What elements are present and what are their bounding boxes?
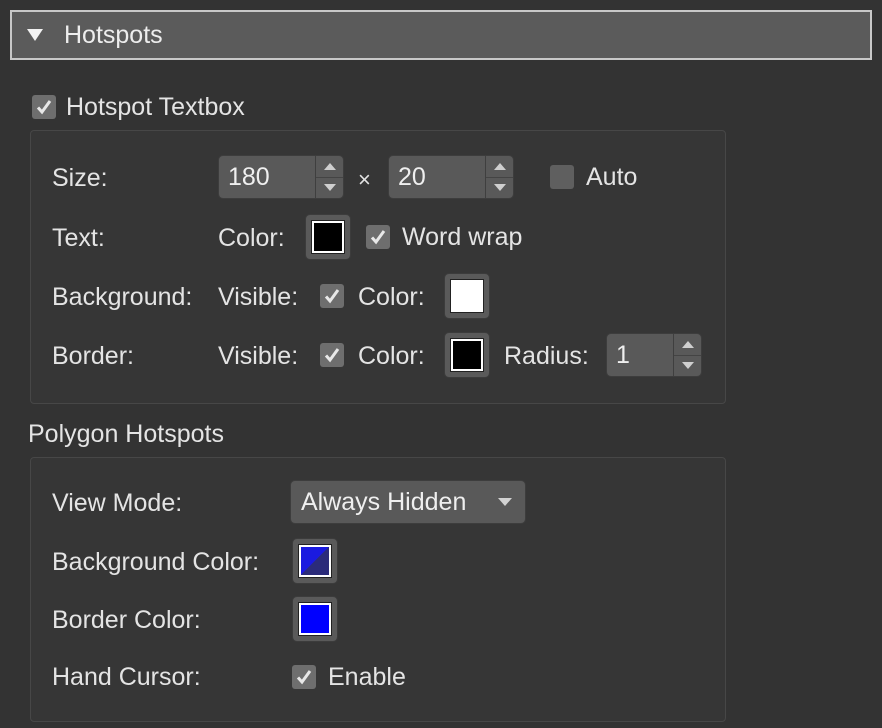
background-color-fill [451, 280, 483, 312]
size-height-stepper[interactable]: 20 [388, 155, 514, 199]
background-visible-label: Visible: [218, 283, 299, 311]
border-radius-stepper[interactable]: 1 [606, 333, 702, 377]
auto-size-checkbox[interactable] [550, 165, 574, 189]
checkmark-icon [370, 230, 386, 245]
size-width-stepper[interactable]: 180 [218, 155, 344, 199]
chevron-down-icon[interactable] [316, 178, 343, 199]
view-mode-value: Always Hidden [301, 487, 467, 516]
polygon-hotspots-title: Polygon Hotspots [28, 420, 224, 448]
polygon-background-color-swatch[interactable] [292, 538, 338, 584]
hand-cursor-label: Hand Cursor: [52, 663, 201, 691]
background-color-label: Color: [358, 283, 425, 311]
word-wrap-checkbox[interactable] [366, 225, 390, 249]
border-radius-label: Radius: [504, 342, 589, 370]
background-visible-checkbox[interactable] [320, 284, 344, 308]
checkmark-icon [324, 289, 340, 304]
background-label: Background: [52, 283, 193, 311]
text-color-fill [312, 221, 344, 253]
hotspot-textbox-checkbox[interactable] [32, 95, 56, 119]
hand-cursor-enable-checkbox[interactable] [292, 665, 316, 689]
chevron-up-icon[interactable] [316, 156, 343, 178]
border-color-label-polygon: Border Color: [52, 606, 201, 634]
checkmark-icon [36, 100, 52, 115]
chevron-up-icon[interactable] [674, 334, 701, 356]
background-color-swatch[interactable] [444, 273, 490, 319]
border-label: Border: [52, 342, 134, 370]
auto-size-label: Auto [586, 163, 638, 191]
border-color-fill [451, 339, 483, 371]
word-wrap-label: Word wrap [402, 223, 523, 251]
polygon-border-color-fill [299, 603, 331, 635]
triangle-down-icon[interactable] [26, 26, 44, 44]
caret-down-icon [497, 497, 513, 507]
view-mode-label: View Mode: [52, 489, 183, 517]
border-color-label: Color: [358, 342, 425, 370]
section-title: Hotspots [64, 20, 163, 49]
chevron-down-icon[interactable] [674, 356, 701, 377]
chevron-down-icon[interactable] [486, 178, 513, 199]
polygon-background-color-fill [299, 545, 331, 577]
background-color-label-polygon: Background Color: [52, 548, 260, 576]
size-width-value[interactable]: 180 [219, 156, 315, 198]
polygon-border-color-swatch[interactable] [292, 596, 338, 642]
size-height-value[interactable]: 20 [389, 156, 485, 198]
checkmark-icon [296, 670, 312, 685]
hand-cursor-enable-label: Enable [328, 663, 406, 691]
section-header-hotspots[interactable]: Hotspots [10, 10, 872, 60]
checkmark-icon [324, 348, 340, 363]
hotspot-textbox-label: Hotspot Textbox [66, 93, 245, 121]
text-label: Text: [52, 224, 105, 252]
border-color-swatch[interactable] [444, 332, 490, 378]
view-mode-dropdown[interactable]: Always Hidden [290, 480, 526, 524]
text-color-label: Color: [218, 224, 285, 252]
text-color-swatch[interactable] [305, 214, 351, 260]
chevron-up-icon[interactable] [486, 156, 513, 178]
border-radius-value[interactable]: 1 [607, 334, 673, 376]
border-visible-checkbox[interactable] [320, 343, 344, 367]
size-label: Size: [52, 164, 108, 192]
border-visible-label: Visible: [218, 342, 299, 370]
size-separator: × [358, 167, 371, 192]
